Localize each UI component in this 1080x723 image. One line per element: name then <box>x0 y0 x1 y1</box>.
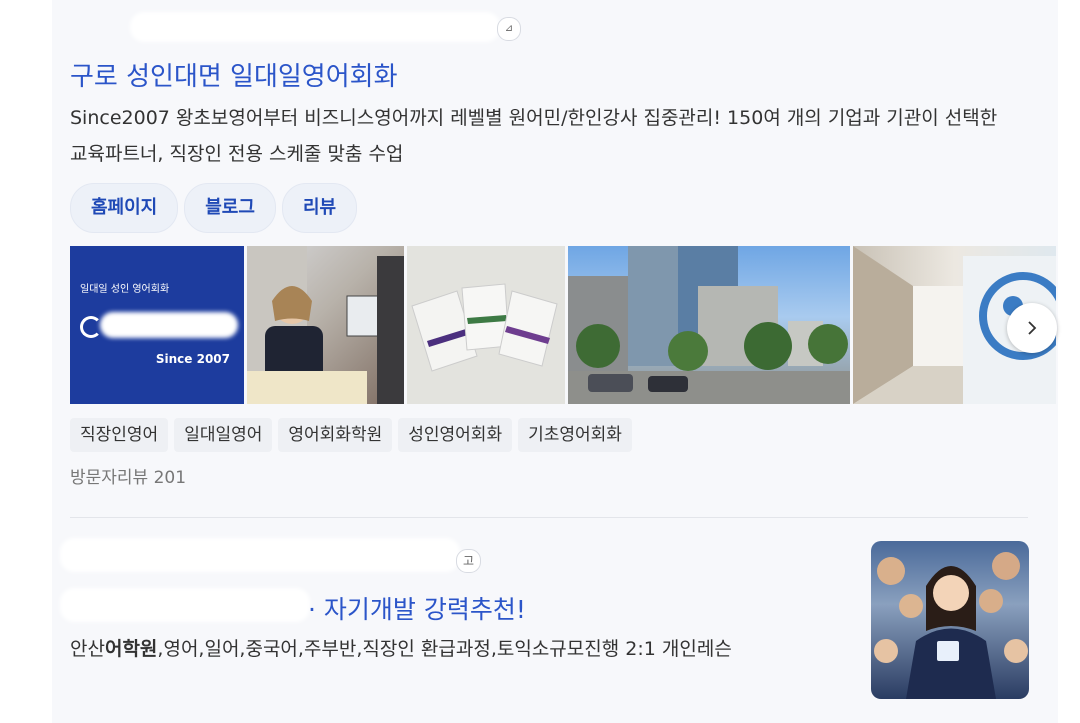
ad2-thumbnail[interactable] <box>871 541 1029 699</box>
books-illustration <box>411 283 558 372</box>
ad-description: Since2007 왕초보영어부터 비즈니스영어까지 레벨별 원어민/한인강사 … <box>70 107 998 165</box>
blog-link[interactable]: 블로그 <box>184 183 276 233</box>
building-illustration <box>568 246 850 404</box>
ad2-badge: 고 <box>456 549 482 573</box>
gallery-logo-image[interactable]: 일대일 성인 영어회화 Since 2007 <box>70 246 244 404</box>
homepage-link[interactable]: 홈페이지 <box>70 183 179 233</box>
desc-pre: 안산 <box>70 638 105 660</box>
gallery-office-photo[interactable] <box>247 246 404 404</box>
redacted-ad2-title <box>60 588 310 622</box>
gallery-next-button[interactable] <box>1007 303 1057 353</box>
redacted-ad-header <box>130 12 500 42</box>
ad2-title-text: · 자기개발 강력추천! <box>308 595 526 624</box>
tag-item[interactable]: 영어회화학원 <box>278 418 393 452</box>
tag-item[interactable]: 직장인영어 <box>70 418 169 452</box>
divider <box>70 517 1028 518</box>
image-gallery: 일대일 성인 영어회화 Since 2007 <box>70 246 1056 404</box>
logo-since: Since 2007 <box>155 352 230 366</box>
office-illustration <box>247 246 404 404</box>
tag-item[interactable]: 성인영어회화 <box>398 418 513 452</box>
visitor-reviews[interactable]: 방문자리뷰 201 <box>70 463 186 488</box>
redacted-logo-text <box>100 312 238 338</box>
ad2-description: 안산어학원,영어,일어,중국어,주부반,직장인 환급과정,토익소규모진행 2:1… <box>70 632 860 666</box>
redacted-ad2-header <box>60 538 460 572</box>
tag-item[interactable]: 일대일영어 <box>174 418 273 452</box>
gallery-building-photo[interactable] <box>568 246 850 404</box>
ad-links: 홈페이지 블로그 리뷰 <box>70 183 358 233</box>
desc-post: ,영어,일어,중국어,주부반,직장인 환급과정,토익소규모진행 2:1 개인레슨 <box>157 638 732 660</box>
chevron-right-icon <box>1028 321 1037 335</box>
keyword-tags: 직장인영어 일대일영어 영어회화학원 성인영어회화 기초영어회화 <box>70 418 632 452</box>
review-link[interactable]: 리뷰 <box>281 183 358 233</box>
logo-tagline: 일대일 성인 영어회화 <box>80 284 170 295</box>
group-photo-illustration <box>874 552 1028 699</box>
ad-badge: ⊿ <box>497 17 521 41</box>
logo-mark-icon <box>80 316 102 338</box>
tag-item[interactable]: 기초영어회화 <box>518 418 632 452</box>
ad2-title[interactable]: · 자기개발 강력추천! <box>308 590 526 626</box>
gallery-books-photo[interactable] <box>407 246 565 404</box>
ad-title[interactable]: 구로 성인대면 일대일영어회화 <box>70 56 398 93</box>
desc-bold: 어학원 <box>104 638 158 660</box>
